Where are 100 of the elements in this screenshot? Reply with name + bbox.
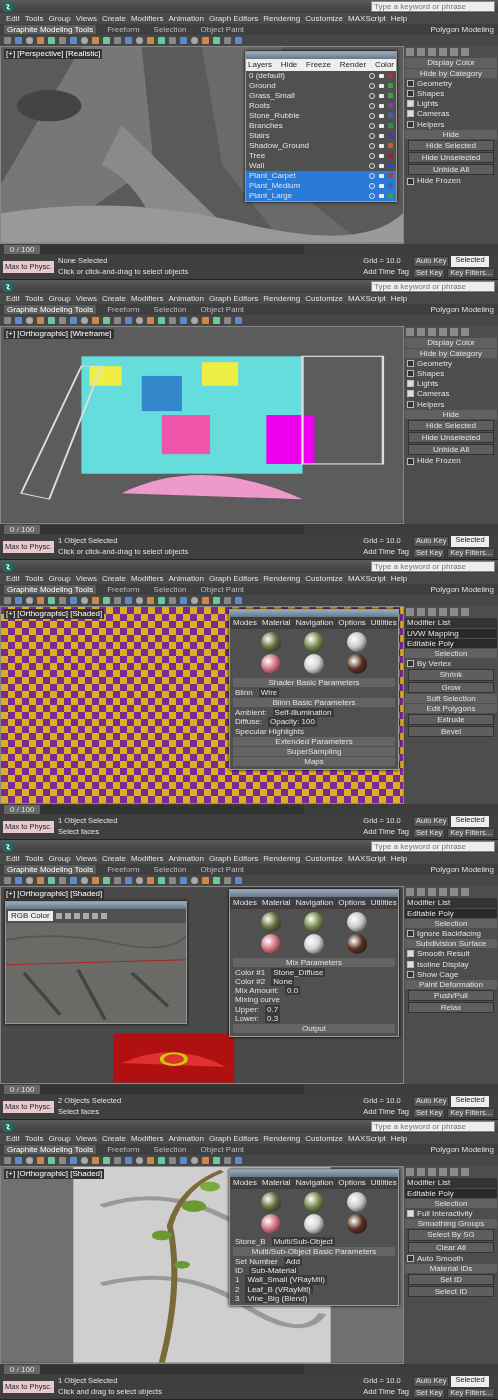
checkbox[interactable] [407, 970, 414, 978]
checkbox[interactable] [407, 400, 414, 408]
rollout-header[interactable]: Selection [405, 648, 497, 659]
parameter-value[interactable]: Stone_Diffuse [271, 967, 326, 977]
rollout-header[interactable]: Smoothing Groups [405, 1219, 497, 1229]
layer-color-swatch[interactable] [388, 153, 393, 159]
checkbox[interactable] [407, 110, 414, 118]
parameter-value[interactable]: Wire [258, 687, 280, 697]
menu-item[interactable]: Create [101, 574, 126, 584]
menu-item[interactable]: Utilities [370, 1178, 397, 1188]
material-sphere[interactable] [260, 653, 281, 674]
panel-button[interactable]: Hide Selected [408, 139, 494, 152]
search-field[interactable]: Type a keyword or phrase [371, 841, 495, 852]
column-header[interactable]: Color [374, 60, 394, 70]
material-sphere[interactable] [260, 933, 281, 954]
parameter-value[interactable]: Sub-Material [249, 1266, 299, 1276]
menu-item[interactable]: Modifiers [130, 574, 164, 584]
menu-item[interactable]: MAXScript [348, 1134, 386, 1144]
menu-item[interactable]: Animation [168, 574, 204, 584]
column-header[interactable]: Layers [248, 60, 272, 70]
rollout-header[interactable]: Display Color [405, 338, 497, 348]
layer-row[interactable]: Stone_Rubble [246, 110, 396, 121]
menu-item[interactable]: Group [48, 294, 71, 304]
layer-color-swatch[interactable] [388, 113, 393, 119]
rollout-header[interactable]: Subdivision Surface [405, 939, 497, 949]
menu-item[interactable]: Rendering [263, 574, 301, 584]
square-icon[interactable] [379, 103, 384, 108]
menu-item[interactable]: Modes [233, 898, 257, 908]
layer-color-swatch[interactable] [388, 143, 393, 149]
menu-item[interactable]: MAXScript [348, 574, 386, 584]
layer-row[interactable]: Shadow_Ground [246, 140, 396, 151]
menu-item[interactable]: Modifiers [130, 1134, 164, 1144]
app-logo-icon[interactable] [3, 561, 13, 572]
app-logo-icon[interactable] [3, 841, 13, 852]
rollout-header[interactable]: Hide by Category [405, 348, 497, 358]
menu-item[interactable]: Rendering [263, 14, 301, 24]
checkbox[interactable] [407, 380, 414, 388]
ribbon-tab[interactable]: Selection [150, 1145, 190, 1155]
menu-item[interactable]: Tools [24, 574, 44, 584]
parameter-value[interactable]: Add [283, 1256, 302, 1267]
layer-row[interactable]: Stairs [246, 130, 396, 141]
checkbox[interactable] [407, 120, 414, 128]
ribbon-tab[interactable]: Graphite Modeling Tools [4, 25, 97, 35]
menu-item[interactable]: Graph Editors [208, 854, 259, 864]
menu-item[interactable]: Help [390, 854, 408, 864]
menu-item[interactable]: Help [390, 14, 408, 24]
menu-item[interactable]: Utilities [370, 898, 397, 908]
layer-color-swatch[interactable] [388, 83, 393, 89]
ribbon-tab[interactable]: Freeform [104, 305, 143, 315]
panel-button[interactable]: Select ID [408, 1286, 494, 1298]
menu-item[interactable]: Modifiers [130, 14, 164, 24]
ribbon-panel-label[interactable]: Polygon Modeling [430, 585, 494, 595]
rollout-header[interactable]: Hide by Category [405, 68, 497, 78]
menu-item[interactable]: Animation [168, 14, 204, 24]
square-icon[interactable] [379, 133, 384, 138]
menu-item[interactable]: MAXScript [348, 14, 386, 24]
time-slider-thumb[interactable]: 0 / 100 [4, 1365, 41, 1375]
material-sphere[interactable] [347, 933, 368, 954]
viewport-label[interactable]: [+] [Orthographic] [Shaded] [4, 889, 105, 899]
menu-item[interactable]: Options [338, 618, 366, 628]
menu-item[interactable]: Views [75, 574, 97, 584]
rollout-header[interactable]: Maps [233, 757, 395, 767]
square-icon[interactable] [379, 123, 384, 128]
menu-item[interactable]: Create [101, 294, 126, 304]
rollout-header[interactable]: Soft Selection [405, 693, 497, 703]
material-sphere[interactable] [347, 1213, 368, 1234]
menu-item[interactable]: Graph Editors [208, 1134, 259, 1144]
checkbox[interactable] [407, 950, 414, 958]
ribbon-tab[interactable]: Freeform [104, 865, 143, 875]
ribbon-tab[interactable]: Object Paint [197, 585, 248, 595]
panel-button[interactable]: Hide Unselected [408, 432, 494, 444]
menu-item[interactable]: Help [390, 1134, 408, 1144]
rollout-header[interactable]: Output [233, 1023, 395, 1034]
modifier-stack-item[interactable]: Editable Poly [405, 1188, 497, 1198]
layer-color-swatch[interactable] [388, 133, 393, 139]
panel-button[interactable]: Unhide All [408, 444, 494, 456]
parameter-value[interactable]: Vine_Big (Blend) [245, 1293, 310, 1303]
menu-item[interactable]: Options [338, 1178, 366, 1188]
material-sphere[interactable] [304, 1213, 324, 1234]
menu-item[interactable]: Customize [305, 14, 344, 24]
layer-color-swatch[interactable] [388, 93, 393, 99]
panel-button[interactable]: Shrink [408, 669, 494, 681]
viewport-label[interactable]: [+] [Orthographic] [Shaded] [4, 1169, 105, 1179]
material-sphere[interactable] [347, 653, 368, 674]
layer-color-swatch[interactable] [388, 193, 393, 199]
ribbon-tab[interactable]: Object Paint [197, 25, 248, 35]
material-sphere[interactable] [260, 631, 281, 652]
checkbox[interactable] [407, 359, 414, 367]
column-header[interactable]: Freeze [306, 60, 331, 70]
menu-item[interactable]: Utilities [370, 618, 397, 628]
checkbox[interactable] [407, 390, 414, 398]
menu-item[interactable]: Rendering [263, 1134, 301, 1144]
menu-item[interactable]: Graph Editors [208, 294, 259, 304]
material-sphere[interactable] [304, 911, 324, 932]
menu-item[interactable]: Tools [24, 854, 44, 864]
menu-item[interactable]: Material [262, 1178, 291, 1188]
column-header[interactable]: Hide [280, 60, 298, 70]
rollout-header[interactable]: Hide [405, 409, 497, 419]
menu-item[interactable]: Animation [168, 1134, 204, 1144]
square-icon[interactable] [379, 73, 384, 78]
